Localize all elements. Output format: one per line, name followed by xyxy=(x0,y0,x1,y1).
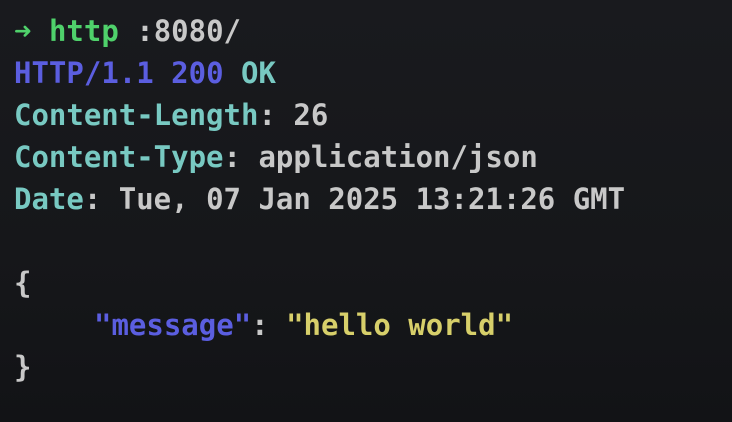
protocol-slash: / xyxy=(83,56,102,90)
header-key: Content-Length xyxy=(14,98,259,132)
header-key: Date xyxy=(14,182,84,216)
header-colon: : xyxy=(223,140,259,174)
status-text: OK xyxy=(241,56,276,90)
protocol: HTTP xyxy=(14,56,84,90)
json-value-quote-close: " xyxy=(495,308,514,342)
header-line: Content-Type: application/json xyxy=(14,136,728,178)
json-open-line: { xyxy=(14,262,728,304)
json-key-quote-close: " xyxy=(233,308,252,342)
json-value: hello world xyxy=(303,308,496,342)
header-value: Tue, 07 Jan 2025 13:21:26 GMT xyxy=(118,182,626,216)
header-key: Content-Type xyxy=(14,140,224,174)
prompt-arrow-icon: ➜ xyxy=(14,14,32,48)
command-argument: :8080/ xyxy=(136,14,242,48)
json-close-brace: } xyxy=(14,350,32,384)
header-line: Content-Length: 26 xyxy=(14,94,728,136)
command-line: ➜ http :8080/ xyxy=(14,10,728,52)
json-key: message xyxy=(111,308,234,342)
status-line: HTTP/1.1 200 OK xyxy=(14,52,728,94)
header-value: 26 xyxy=(293,98,329,132)
terminal-output[interactable]: ➜ http :8080/ HTTP/1.1 200 OK Content-Le… xyxy=(14,10,728,388)
json-entry-line: "message": "hello world" xyxy=(14,304,728,346)
json-open-brace: { xyxy=(14,266,32,300)
header-line: Date: Tue, 07 Jan 2025 13:21:26 GMT xyxy=(14,178,728,220)
json-colon: : xyxy=(251,308,287,342)
command-program: http xyxy=(48,14,119,48)
json-key-quote-open: " xyxy=(94,308,112,342)
header-colon: : xyxy=(258,98,294,132)
header-colon: : xyxy=(83,182,119,216)
protocol-version: 1.1 xyxy=(101,56,154,90)
json-value-quote-open: " xyxy=(286,308,304,342)
header-value: application/json xyxy=(258,140,538,174)
json-close-line: } xyxy=(14,346,728,388)
status-code: 200 xyxy=(171,56,224,90)
